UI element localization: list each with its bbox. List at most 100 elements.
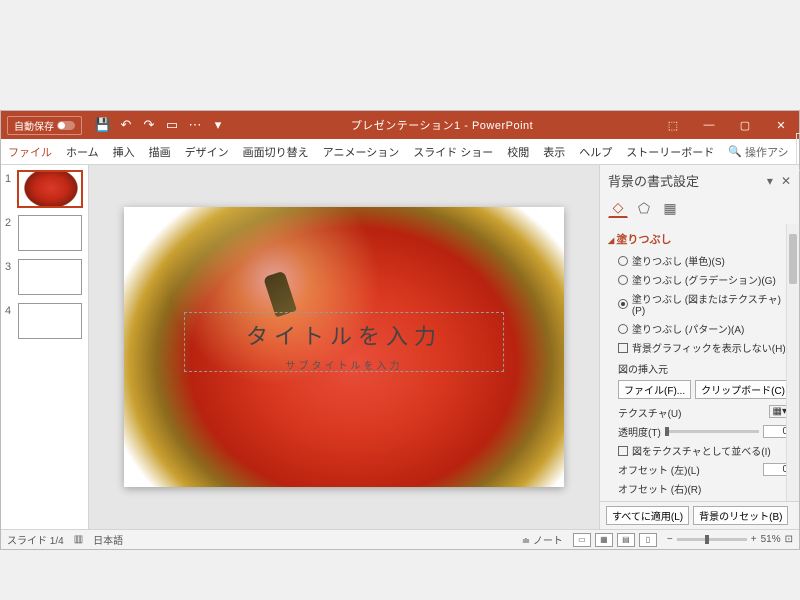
apply-all-button[interactable]: すべてに適用(L) — [606, 506, 689, 525]
pane-options-icon[interactable]: ▾ — [767, 174, 773, 188]
main-body: 1 2 3 4 タイトルを入力 サブタイトルを入力 — [1, 165, 799, 529]
autosave-toggle[interactable]: 自動保存 — [7, 116, 82, 135]
pane-body: 塗りつぶし 塗りつぶし (単色)(S) 塗りつぶし (グラデーション)(G) 塗… — [600, 224, 799, 501]
notes-button[interactable]: ≐ ノート — [522, 532, 563, 547]
current-slide[interactable]: タイトルを入力 サブタイトルを入力 — [124, 207, 564, 487]
thumb-preview — [18, 171, 82, 207]
transparency-slider[interactable] — [665, 430, 759, 433]
thumb-preview — [18, 215, 82, 251]
radio-icon — [618, 324, 628, 334]
normal-view-icon[interactable]: ▭ — [573, 533, 591, 547]
checkbox-label: 背景グラフィックを表示しない(H) — [632, 340, 786, 355]
thumb-preview — [18, 259, 82, 295]
checkbox-label: 図をテクスチャとして並べる(I) — [632, 443, 771, 458]
thumb-number: 2 — [5, 215, 15, 251]
thumbnail-2[interactable]: 2 — [3, 213, 86, 253]
hide-bg-checkbox[interactable]: 背景グラフィックを表示しない(H) — [608, 338, 791, 357]
pane-scrollbar[interactable] — [786, 224, 799, 501]
thumb-number: 4 — [5, 303, 15, 339]
tell-me-label: 操作アシ — [745, 144, 789, 160]
undo-icon[interactable]: ↶ — [115, 114, 137, 136]
tab-view[interactable]: 表示 — [536, 139, 572, 164]
radio-icon — [618, 256, 628, 266]
search-icon: 🔍 — [728, 145, 742, 158]
ribbon-display-icon[interactable]: ⬚ — [655, 111, 691, 139]
tab-storyboard[interactable]: ストーリーボード — [619, 139, 721, 164]
insert-clipboard-button[interactable]: クリップボード(C) — [695, 380, 791, 399]
fill-pattern-radio[interactable]: 塗りつぶし (パターン)(A) — [608, 319, 791, 338]
touch-mode-icon[interactable]: ⋯ — [184, 114, 206, 136]
reading-view-icon[interactable]: ▤ — [617, 533, 635, 547]
thumbnail-1[interactable]: 1 — [3, 169, 86, 209]
tab-help[interactable]: ヘルプ — [572, 139, 619, 164]
format-background-pane: 背景の書式設定 ▾ ✕ ◇ ⬠ ▦ 塗りつぶし 塗りつぶし (単色)(S) 塗り… — [599, 165, 799, 529]
fill-picture-radio[interactable]: 塗りつぶし (図またはテクスチャ)(P) — [608, 289, 791, 319]
tab-transitions[interactable]: 画面切り替え — [236, 139, 316, 164]
tab-file[interactable]: ファイル — [1, 139, 59, 164]
checkbox-icon — [618, 343, 628, 353]
zoom-in-icon[interactable]: + — [751, 534, 757, 545]
tab-animations[interactable]: アニメーション — [316, 139, 407, 164]
spellcheck-icon[interactable]: ▥ — [74, 534, 83, 545]
language-indicator[interactable]: 日本語 — [93, 532, 123, 547]
close-icon[interactable]: ✕ — [763, 111, 799, 139]
thumbnail-3[interactable]: 3 — [3, 257, 86, 297]
thumb-number: 1 — [5, 171, 15, 207]
radio-icon — [618, 275, 628, 285]
radio-label: 塗りつぶし (単色)(S) — [632, 253, 725, 268]
slideshow-view-icon[interactable]: ▯ — [639, 533, 657, 547]
fill-tab-icon[interactable]: ◇ — [608, 198, 628, 218]
tab-slideshow[interactable]: スライド ショー — [406, 139, 500, 164]
tab-review[interactable]: 校閲 — [500, 139, 536, 164]
slide-thumbnails: 1 2 3 4 — [1, 165, 89, 529]
status-bar: スライド 1/4 ▥ 日本語 ≐ ノート ▭ ▦ ▤ ▯ − + 51% ⊡ — [1, 529, 799, 549]
fill-solid-radio[interactable]: 塗りつぶし (単色)(S) — [608, 251, 791, 270]
title-bar: 自動保存 💾 ↶ ↷ ▭ ⋯ ▾ プレゼンテーション1 - PowerPoint… — [1, 111, 799, 139]
zoom-out-icon[interactable]: − — [667, 534, 673, 545]
title-placeholder[interactable]: タイトルを入力 サブタイトルを入力 — [184, 312, 504, 372]
scrollbar-thumb[interactable] — [789, 234, 797, 284]
tab-home[interactable]: ホーム — [59, 139, 106, 164]
maximize-icon[interactable]: ▢ — [727, 111, 763, 139]
tile-checkbox[interactable]: 図をテクスチャとして並べる(I) — [608, 441, 791, 460]
minimize-icon[interactable]: — — [691, 111, 727, 139]
redo-icon[interactable]: ↷ — [138, 114, 160, 136]
checkbox-icon — [618, 446, 628, 456]
document-title: プレゼンテーション1 - PowerPoint — [229, 117, 655, 133]
sorter-view-icon[interactable]: ▦ — [595, 533, 613, 547]
insert-file-button[interactable]: ファイル(F)... — [618, 380, 691, 399]
app-window: 自動保存 💾 ↶ ↷ ▭ ⋯ ▾ プレゼンテーション1 - PowerPoint… — [0, 110, 800, 550]
fit-window-icon[interactable]: ⊡ — [785, 534, 793, 545]
slide-canvas[interactable]: タイトルを入力 サブタイトルを入力 — [89, 165, 599, 529]
thumb-preview — [18, 303, 82, 339]
radio-label: 塗りつぶし (図またはテクスチャ)(P) — [632, 291, 791, 317]
effects-tab-icon[interactable]: ⬠ — [634, 198, 654, 218]
zoom-thumb-icon[interactable] — [705, 535, 709, 544]
picture-tab-icon[interactable]: ▦ — [660, 198, 680, 218]
slide-indicator[interactable]: スライド 1/4 — [7, 532, 64, 547]
reset-bg-button[interactable]: 背景のリセット(B) — [693, 506, 788, 525]
tab-draw[interactable]: 描画 — [142, 139, 178, 164]
tell-me-search[interactable]: 🔍操作アシ — [721, 139, 795, 164]
tab-insert[interactable]: 挿入 — [106, 139, 142, 164]
offset-left-label: オフセット (左)(L) — [618, 462, 759, 477]
pane-close-icon[interactable]: ✕ — [781, 174, 791, 188]
save-icon[interactable]: 💾 — [92, 114, 114, 136]
ribbon-tabs: ファイル ホーム 挿入 描画 デザイン 画面切り替え アニメーション スライド … — [1, 139, 799, 165]
qat-dropdown-icon[interactable]: ▾ — [207, 114, 229, 136]
radio-label: 塗りつぶし (パターン)(A) — [632, 321, 744, 336]
slider-thumb-icon[interactable] — [665, 427, 669, 436]
offset-right-label: オフセット (右)(R) — [618, 481, 791, 496]
autosave-label: 自動保存 — [14, 118, 54, 133]
fill-section-header[interactable]: 塗りつぶし — [608, 231, 791, 247]
pane-title: 背景の書式設定 — [608, 171, 699, 190]
start-from-beginning-icon[interactable]: ▭ — [161, 114, 183, 136]
subtitle-text: サブタイトルを入力 — [185, 357, 503, 372]
thumbnail-4[interactable]: 4 — [3, 301, 86, 341]
fill-gradient-radio[interactable]: 塗りつぶし (グラデーション)(G) — [608, 270, 791, 289]
zoom-value[interactable]: 51% — [761, 534, 781, 545]
zoom-slider[interactable] — [677, 538, 747, 541]
tab-design[interactable]: デザイン — [178, 139, 236, 164]
toggle-off-icon — [57, 121, 75, 130]
transparency-label: 透明度(T) — [618, 424, 661, 439]
